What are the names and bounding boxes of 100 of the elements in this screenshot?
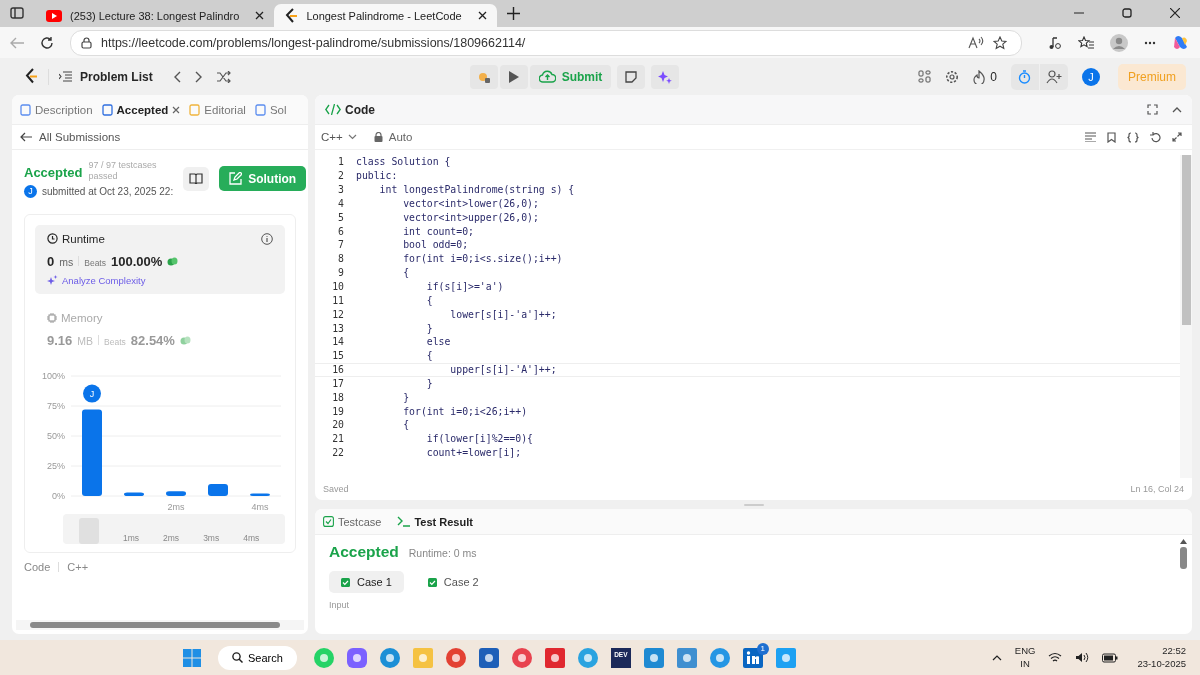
code-line: bool odd=0; <box>402 239 469 251</box>
chevron-right-icon[interactable] <box>194 70 203 83</box>
case-tab[interactable]: Case 2 <box>415 571 491 593</box>
line-number: 16 <box>331 364 344 376</box>
bookmark-icon[interactable] <box>1107 131 1116 143</box>
profile-icon[interactable] <box>1110 33 1128 52</box>
y-tick-label: 50% <box>47 430 65 441</box>
close-icon[interactable] <box>255 11 265 20</box>
maximize-icon[interactable] <box>1122 8 1132 18</box>
code-line: if(lower[i]%2==0){ <box>425 433 533 445</box>
result-status: Accepted <box>329 543 399 561</box>
memory-label: Memory <box>61 311 103 324</box>
chevron-left-icon[interactable] <box>172 70 181 83</box>
case-tab[interactable]: Case 1 <box>329 571 404 593</box>
line-number: 11 <box>331 294 344 306</box>
app-icon[interactable] <box>742 647 763 668</box>
tab-actions-icon[interactable] <box>10 6 24 20</box>
more-icon[interactable] <box>1144 40 1156 45</box>
saved-status: Saved <box>323 484 349 494</box>
reset-icon[interactable] <box>1150 131 1161 143</box>
add-user-button[interactable] <box>1040 63 1068 90</box>
vertical-scrollbar[interactable] <box>1180 539 1187 569</box>
back-arrow-icon <box>20 132 32 142</box>
scroll-up-icon[interactable] <box>1180 539 1187 544</box>
panel-tab[interactable]: Test Result <box>397 515 473 528</box>
site-logo-icon[interactable] <box>24 68 38 85</box>
panel-tab[interactable]: Description <box>20 103 93 116</box>
close-icon[interactable] <box>477 11 487 20</box>
list-icon <box>59 71 72 82</box>
fullscreen-icon[interactable] <box>1147 104 1158 115</box>
y-tick-label: 0% <box>52 490 65 501</box>
code-line: { <box>425 350 433 362</box>
clock[interactable]: 22:52 23-10-2025 <box>1137 645 1186 670</box>
bar[interactable] <box>166 490 186 496</box>
close-icon[interactable] <box>1170 8 1180 18</box>
code-line: { <box>402 267 410 279</box>
reload-icon[interactable] <box>40 35 54 50</box>
bar[interactable] <box>124 492 144 496</box>
battery-icon[interactable] <box>1102 652 1119 663</box>
panel-tab[interactable]: Editorial <box>189 103 246 116</box>
memory-unit: MB <box>77 334 94 347</box>
read-aloud-icon[interactable] <box>968 36 984 49</box>
code-line: { <box>425 294 433 306</box>
assistant-icon[interactable] <box>1172 33 1190 52</box>
beats-label: Beats <box>104 336 126 347</box>
wifi-icon[interactable] <box>1048 652 1063 663</box>
address-bar[interactable]: https://leetcode.com/problems/longest-palindrome/submissions/1809662114/ <box>70 29 1022 56</box>
browser-tab[interactable]: Longest Palindrome - LeetCode <box>274 4 497 27</box>
speaker-icon[interactable] <box>1075 652 1090 663</box>
chevron-up-icon[interactable] <box>991 654 1002 661</box>
line-number: 20 <box>331 419 344 431</box>
timer-button[interactable] <box>1011 63 1039 90</box>
code-line: } <box>425 322 433 334</box>
code-line: class Solution { <box>356 156 451 168</box>
settings-icon[interactable] <box>945 69 960 84</box>
memory-value: 9.16 <box>47 332 73 348</box>
start-icon[interactable] <box>182 648 201 667</box>
checkbox-icon <box>323 516 334 527</box>
site-logo-icon <box>284 7 299 24</box>
new-tab-icon[interactable] <box>506 7 520 20</box>
info-icon[interactable] <box>261 232 273 245</box>
vertical-scrollbar[interactable] <box>1180 155 1192 478</box>
input-language[interactable]: ENG IN <box>1014 645 1036 670</box>
collapse-icon[interactable] <box>1172 106 1182 113</box>
problem-list-button[interactable]: Problem List <box>59 69 153 84</box>
clap-icon <box>179 334 191 345</box>
line-number: 1 <box>337 156 344 168</box>
debug-button[interactable] <box>469 64 498 89</box>
run-button[interactable] <box>499 64 528 89</box>
bar[interactable] <box>208 483 228 496</box>
code-line: vector<int>upper(26,0); <box>402 211 539 223</box>
user-avatar[interactable]: J <box>1082 67 1100 86</box>
braces-icon[interactable] <box>1127 131 1139 143</box>
analyze-complexity-link[interactable]: Analyze Complexity <box>47 274 273 286</box>
shuffle-icon[interactable] <box>216 70 231 83</box>
layout-grid-icon[interactable] <box>918 70 932 83</box>
ai-button[interactable] <box>651 64 680 89</box>
code-line: for(int i=0;i<s.size();i++) <box>402 253 563 265</box>
streak-counter[interactable]: 0 <box>973 69 997 84</box>
bar[interactable] <box>250 493 270 496</box>
panel-tab[interactable]: Testcase <box>323 515 382 528</box>
chevron-down-icon <box>347 134 357 140</box>
star-icon[interactable] <box>993 35 1007 50</box>
panel-tab[interactable]: Accepted <box>101 103 181 116</box>
check-icon <box>427 577 437 587</box>
line-number: 8 <box>337 253 344 265</box>
horizontal-scrollbar[interactable] <box>16 620 304 630</box>
book-button[interactable] <box>183 166 210 191</box>
note-icon <box>625 70 638 83</box>
note-button[interactable] <box>617 64 646 89</box>
browser-tab[interactable]: (253) Lecture 38: Longest Palindro <box>36 4 275 27</box>
search-button[interactable]: Search <box>217 645 297 670</box>
language-dropdown[interactable]: C++ <box>321 131 357 143</box>
favorites-icon[interactable] <box>1078 35 1094 50</box>
music-note-icon[interactable] <box>1048 35 1062 50</box>
all-submissions-link[interactable]: All Submissions <box>12 125 308 150</box>
line-number: 13 <box>331 322 344 334</box>
expand-icon[interactable] <box>1172 132 1182 142</box>
panel-tab[interactable]: Sol <box>254 103 287 116</box>
line-number: 3 <box>337 184 344 196</box>
